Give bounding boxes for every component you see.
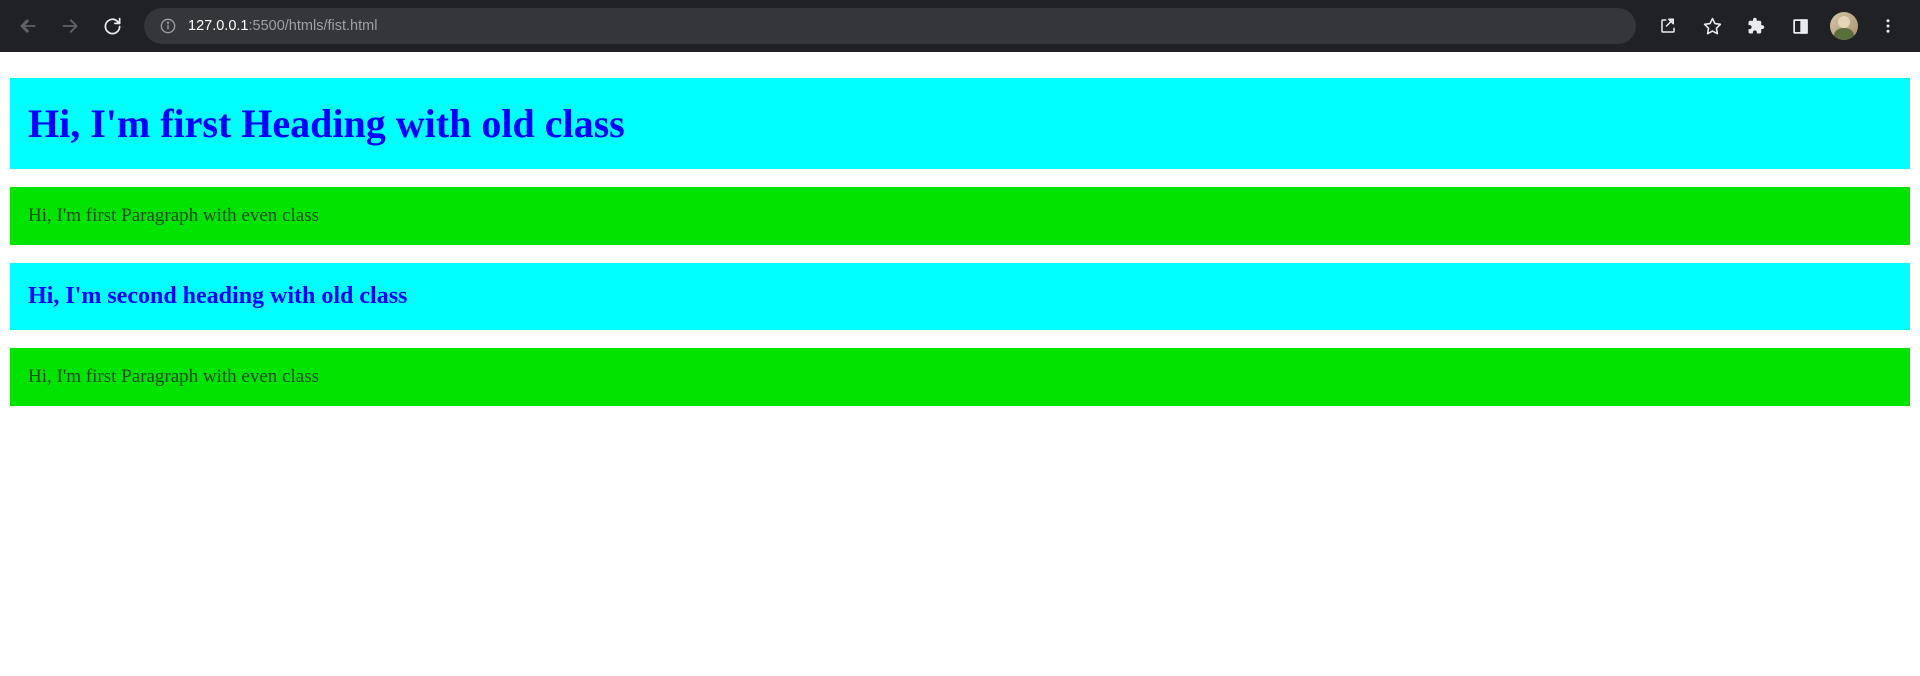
url-host: 127.0.0.1 xyxy=(188,18,248,34)
back-button[interactable] xyxy=(10,8,46,44)
reload-button[interactable] xyxy=(94,8,130,44)
panel-icon[interactable] xyxy=(1782,8,1818,44)
bookmark-star-icon[interactable] xyxy=(1694,8,1730,44)
url-path: /htmls/fist.html xyxy=(285,18,378,34)
paragraph-1: Hi, I'm first Paragraph with even class xyxy=(10,187,1910,245)
extensions-icon[interactable] xyxy=(1738,8,1774,44)
heading-1: Hi, I'm first Heading with old class xyxy=(10,78,1910,169)
heading-2: Hi, I'm second heading with old class xyxy=(10,263,1910,330)
url-port: :5500 xyxy=(248,18,284,34)
share-icon[interactable] xyxy=(1650,8,1686,44)
toolbar-right xyxy=(1650,8,1910,44)
profile-avatar[interactable] xyxy=(1826,8,1862,44)
browser-toolbar: 127.0.0.1:5500/htmls/fist.html xyxy=(0,0,1920,52)
url-text: 127.0.0.1:5500/htmls/fist.html xyxy=(188,18,377,34)
forward-button[interactable] xyxy=(52,8,88,44)
site-info-icon[interactable] xyxy=(160,18,176,34)
avatar-icon xyxy=(1830,12,1858,40)
page-content: Hi, I'm first Heading with old class Hi,… xyxy=(0,52,1920,432)
menu-dots-icon[interactable] xyxy=(1870,8,1906,44)
paragraph-2: Hi, I'm first Paragraph with even class xyxy=(10,348,1910,406)
address-bar[interactable]: 127.0.0.1:5500/htmls/fist.html xyxy=(144,8,1636,44)
